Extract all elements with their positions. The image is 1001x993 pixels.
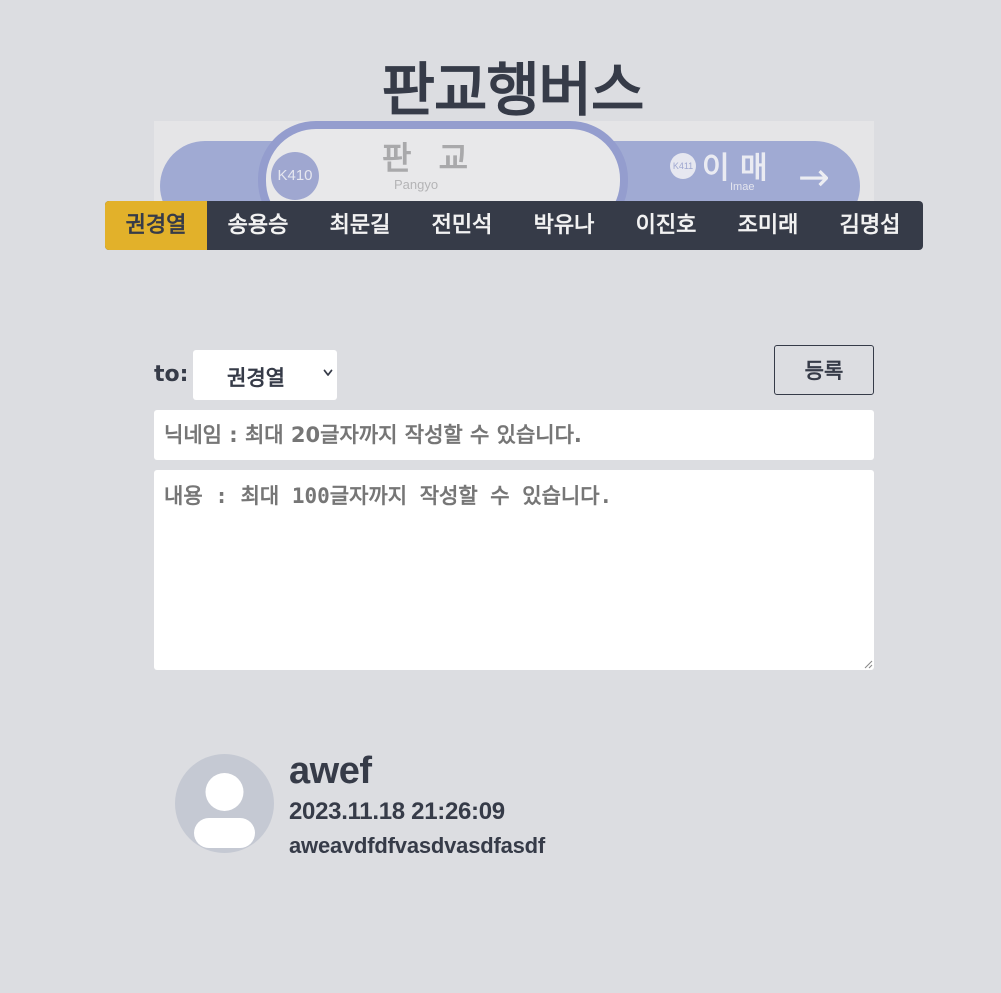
avatar: [175, 754, 274, 853]
nav-item-2[interactable]: 최문길: [309, 201, 411, 250]
nav-item-7[interactable]: 김명섭: [819, 201, 921, 250]
page-title: 판교행버스: [381, 56, 645, 124]
nav-item-5[interactable]: 이진호: [615, 201, 717, 250]
nickname-input[interactable]: 닉네임 : 최대 20글자까지 작성할 수 있습니다.: [154, 410, 874, 460]
page: 판교행버스 K410 판 교 Pangyo K411 이 매 Imae → 권경…: [0, 0, 1001, 993]
nav-item-6[interactable]: 조미래: [717, 201, 819, 250]
content-placeholder: 내용 : 최대 100글자까지 작성할 수 있습니다.: [164, 484, 613, 508]
nav-item-0[interactable]: 권경열: [105, 201, 207, 250]
comment-item: awef 2023.11.18 21:26:09 aweavdfdfvasdva…: [175, 750, 775, 862]
nav-item-3[interactable]: 전민석: [411, 201, 513, 250]
to-label: to:: [154, 362, 189, 387]
resize-handle-icon[interactable]: [863, 659, 873, 669]
user-avatar-icon: [194, 773, 255, 848]
chevron-down-icon: [323, 369, 333, 376]
comment-nickname: awef: [289, 750, 372, 792]
submit-button[interactable]: 등록: [774, 345, 874, 395]
comment-date: 2023.11.18 21:26:09: [289, 798, 505, 825]
recipient-select-value: 권경열: [227, 366, 285, 390]
nav-item-1[interactable]: 송용승: [207, 201, 309, 250]
recipient-select[interactable]: 권경열: [193, 350, 337, 400]
recipient-nav: 권경열 송용승 최문길 전민석 박유나 이진호 조미래 김명섭: [105, 201, 923, 250]
content-textarea[interactable]: 내용 : 최대 100글자까지 작성할 수 있습니다.: [154, 470, 874, 670]
nav-item-4[interactable]: 박유나: [513, 201, 615, 250]
comment-body: aweavdfdfvasdvasdfasdf: [289, 833, 546, 858]
